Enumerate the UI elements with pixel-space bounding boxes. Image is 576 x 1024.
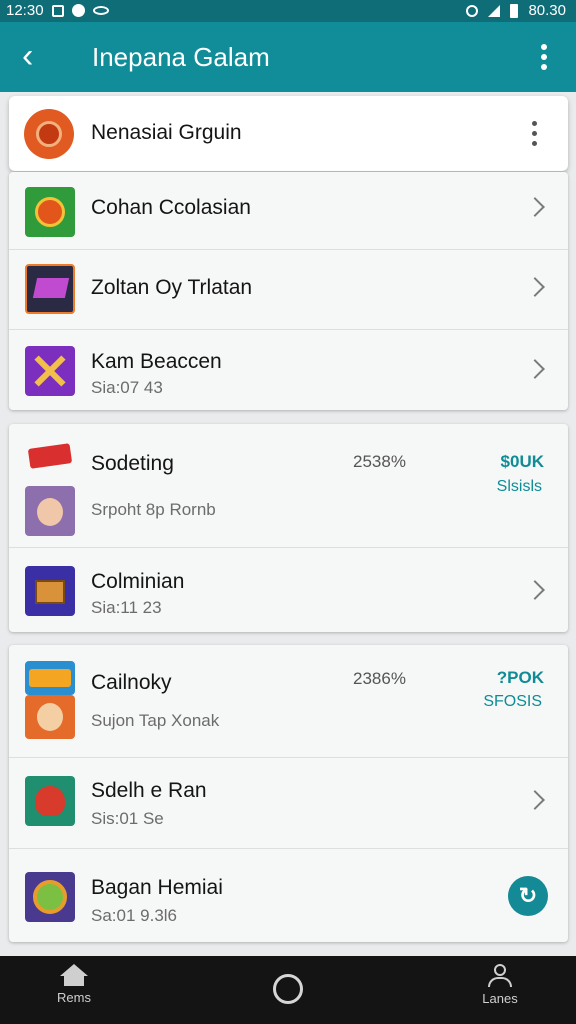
list-item-stat: $0UK xyxy=(500,452,544,471)
game-group-3: Cailnoky 2386% ?POK SFOSIS Sujon Tap Xon… xyxy=(9,645,568,942)
person-icon xyxy=(494,964,506,976)
orb-icon xyxy=(25,872,75,922)
header-card-name: Nenasiai Grguin xyxy=(91,121,242,144)
messenger-icon xyxy=(71,4,85,17)
list-item-name: Zoltan Oy Trlatan xyxy=(91,276,253,299)
circle-home-icon xyxy=(273,974,303,1004)
list-item[interactable]: Cailnoky 2386% ?POK SFOSIS Sujon Tap Xon… xyxy=(9,645,568,758)
list-item[interactable]: Sdelh e Ran Sis:01 Se xyxy=(9,758,568,849)
list-item-subtitle: Srpoht 8p Rornb xyxy=(91,500,216,519)
nav-item-profile[interactable]: Lanes xyxy=(460,964,540,1006)
list-item-name: Sodeting xyxy=(91,452,174,475)
list-item-percent: 2538% xyxy=(353,452,406,471)
app-bar: ‹ Inepana Galam xyxy=(0,22,576,92)
list-item[interactable]: Colminian Sia:11 23 xyxy=(9,548,568,632)
game-logo-icon xyxy=(25,264,75,314)
list-item-subtitle: Sia:11 23 xyxy=(91,598,162,617)
bottom-nav: Rems Lanes xyxy=(0,956,576,1024)
list-item-subtitle: Sa:01 9.3l6 xyxy=(91,906,178,925)
more-vertical-icon[interactable] xyxy=(530,121,540,147)
chevron-right-icon[interactable] xyxy=(525,580,545,600)
signal-icon xyxy=(488,4,501,17)
sun-emblem-icon xyxy=(25,187,75,237)
status-time: 12:30 xyxy=(6,2,44,19)
eye-icon xyxy=(92,6,109,15)
page-title: Inepana Galam xyxy=(92,42,270,72)
nav-item-home[interactable]: Rems xyxy=(34,964,114,1005)
chevron-right-icon[interactable] xyxy=(525,790,545,810)
list-item[interactable]: Cohan Ccolasian xyxy=(9,172,568,250)
list-item[interactable]: Bagan Hemiai Sa:01 9.3l6 ↻ xyxy=(9,849,568,942)
battery-icon xyxy=(510,3,519,18)
list-item-name: Colminian xyxy=(91,570,185,593)
list-item-name: Kam Beaccen xyxy=(91,350,222,373)
status-battery-text: 80.30 xyxy=(528,2,566,19)
candy-banner-icon xyxy=(25,661,75,695)
list-item-name: Cailnoky xyxy=(91,671,172,694)
crossed-swords-icon xyxy=(25,346,75,396)
list-item-stat-label: SFOSIS xyxy=(483,693,542,710)
list-item[interactable]: Zoltan Oy Trlatan xyxy=(9,250,568,330)
list-item-percent: 2386% xyxy=(353,669,406,688)
chevron-right-icon[interactable] xyxy=(525,277,545,297)
profile-avatar-icon xyxy=(24,109,74,159)
game-group-1: Cohan Ccolasian Zoltan Oy Trlatan Kam Be… xyxy=(9,172,568,410)
home-icon xyxy=(60,964,88,976)
list-item-name: Cohan Ccolasian xyxy=(91,196,251,219)
list-item[interactable]: Sodeting 2538% $0UK Slsisls Srpoht 8p Ro… xyxy=(9,424,568,548)
chevron-right-icon[interactable] xyxy=(525,197,545,217)
refresh-icon[interactable]: ↻ xyxy=(508,876,548,916)
nav-label: Lanes xyxy=(482,991,518,1006)
more-vertical-icon[interactable] xyxy=(532,40,556,74)
notification-icon xyxy=(51,4,64,17)
chevron-right-icon[interactable] xyxy=(525,359,545,379)
list-item-name: Sdelh e Ran xyxy=(91,779,207,802)
character-avatar-icon xyxy=(25,486,75,536)
badge-logo-icon xyxy=(25,440,75,472)
list-item-subtitle: Sujon Tap Xonak xyxy=(91,711,220,730)
list-item-subtitle: Sia:07 43 xyxy=(91,378,163,397)
list-item[interactable]: Kam Beaccen Sia:07 43 xyxy=(9,330,568,410)
dragon-icon xyxy=(25,776,75,826)
list-item-name: Bagan Hemiai xyxy=(91,876,223,899)
list-item-stat: ?POK xyxy=(496,668,544,687)
game-group-2: Sodeting 2538% $0UK Slsisls Srpoht 8p Ro… xyxy=(9,424,568,632)
nav-item-center[interactable] xyxy=(248,964,328,1004)
hero-face-icon xyxy=(25,695,75,739)
nav-label: Rems xyxy=(57,990,91,1005)
treasure-box-icon xyxy=(25,566,75,616)
header-card[interactable]: Nenasiai Grguin xyxy=(9,96,568,171)
status-bar: 12:30 80.30 xyxy=(0,0,576,22)
arrow-back-icon[interactable]: ‹ xyxy=(22,38,33,74)
list-item-stat-label: Slsisls xyxy=(496,478,542,495)
list-item-subtitle: Sis:01 Se xyxy=(91,809,164,828)
alarm-icon xyxy=(466,4,479,17)
